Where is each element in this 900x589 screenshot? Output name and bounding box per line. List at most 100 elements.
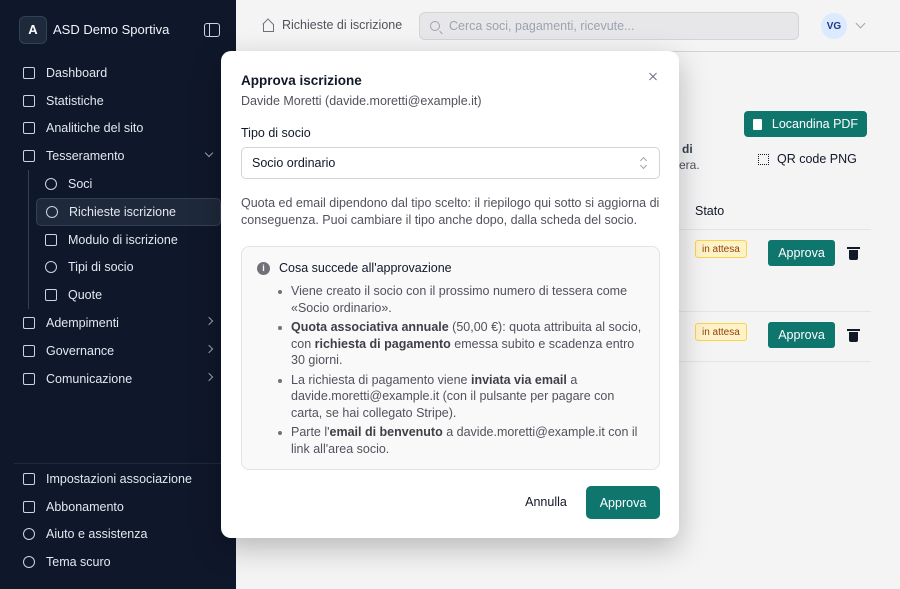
qr-code-label: QR code PNG <box>777 152 857 166</box>
moon-icon <box>22 556 35 569</box>
brand-name: ASD Demo Sportiva <box>53 22 170 37</box>
building-icon <box>22 472 35 485</box>
home-icon <box>262 20 274 32</box>
info-list: Viene creato il socio con il prossimo nu… <box>277 283 647 460</box>
document-icon <box>752 118 762 130</box>
sidebar-item-label: Tipi di socio <box>68 260 134 275</box>
sidebar-item-analitiche[interactable]: Analitiche del sito <box>14 115 221 143</box>
sidebar-item-richieste-iscrizione[interactable]: Richieste iscrizione <box>36 197 221 226</box>
search-placeholder: Cerca soci, pagamenti, ricevute... <box>449 19 635 33</box>
sidebar-item-label: Tesseramento <box>46 149 125 164</box>
sidebar-item-dashboard[interactable]: Dashboard <box>14 59 221 87</box>
sidebar-item-quote[interactable]: Quote <box>36 281 221 309</box>
breadcrumb-label: Richieste di iscrizione <box>282 18 403 32</box>
sidebar-item-label: Analitiche del sito <box>46 121 144 136</box>
approve-button[interactable]: Approva <box>586 486 660 519</box>
qr-code-button[interactable]: QR code PNG <box>758 149 857 169</box>
sidebar-item-label: Modulo di iscrizione <box>68 232 178 247</box>
sidebar-toggle-icon[interactable] <box>204 22 220 37</box>
status-badge: in attesa <box>695 323 747 341</box>
breadcrumb: Richieste di iscrizione <box>262 18 402 32</box>
sidebar-item-label: Comunicazione <box>46 371 133 386</box>
user-avatar[interactable]: VG <box>821 13 847 39</box>
sidebar-item-label: Impostazioni associazione <box>46 471 192 486</box>
brand-avatar: A <box>19 15 47 44</box>
search-icon <box>430 21 440 31</box>
sidebar-item-comunicazione[interactable]: Comunicazione <box>14 365 221 393</box>
sidebar-item-governance[interactable]: Governance <box>14 337 221 365</box>
sidebar-item-label: Abbonamento <box>46 499 124 514</box>
sidebar: A ASD Demo Sportiva Dashboard Statistich… <box>0 0 236 589</box>
locandina-pdf-button[interactable]: Locandina PDF <box>744 111 867 137</box>
sidebar-item-label: Governance <box>46 343 115 358</box>
list-item: Parte l'email di benvenuto a davide.more… <box>277 424 647 457</box>
user-tag-icon <box>44 261 57 274</box>
chevron-right-icon <box>204 316 214 326</box>
sidebar-item-label: Adempimenti <box>46 316 119 331</box>
sidebar-item-label: Aiuto e assistenza <box>46 527 148 542</box>
sidebar-item-label: Dashboard <box>46 65 108 80</box>
chevron-down-icon <box>204 149 214 158</box>
sidebar-item-tipi-di-socio[interactable]: Tipi di socio <box>36 254 221 282</box>
status-badge: in attesa <box>695 240 747 258</box>
row-approve-button[interactable]: Approva <box>768 240 835 266</box>
chevron-up-down-icon <box>640 157 648 169</box>
sidebar-item-statistiche[interactable]: Statistiche <box>14 87 221 115</box>
trash-icon[interactable] <box>847 329 860 342</box>
topbar: Richieste di iscrizione Cerca soci, paga… <box>236 0 900 52</box>
sidebar-item-soci[interactable]: Soci <box>36 170 221 198</box>
sidebar-item-tema-scuro[interactable]: Tema scuro <box>14 548 221 576</box>
users-icon <box>44 178 57 191</box>
list-item: Viene creato il socio con il prossimo nu… <box>277 283 647 316</box>
info-text: Parte l' <box>291 425 330 439</box>
user-plus-icon <box>45 205 58 218</box>
scales-icon <box>22 344 35 357</box>
sidebar-item-label: Tema scuro <box>46 555 111 570</box>
locandina-pdf-label: Locandina PDF <box>771 117 859 131</box>
search-input[interactable]: Cerca soci, pagamenti, ricevute... <box>419 12 799 40</box>
home-icon <box>22 66 35 79</box>
table-divider <box>679 311 871 312</box>
info-icon: i <box>257 261 270 275</box>
sidebar-item-impostazioni[interactable]: Impostazioni associazione <box>14 465 221 493</box>
help-text: Quota ed email dipendono dal tipo scelto… <box>241 196 660 227</box>
sidebar-submenu-tesseramento: Soci Richieste iscrizione Modulo di iscr… <box>28 170 221 310</box>
tipo-socio-label: Tipo di socio <box>241 126 311 140</box>
form-icon <box>44 233 57 246</box>
info-text: Viene creato il socio con il prossimo nu… <box>291 284 628 315</box>
table-divider <box>679 229 871 230</box>
sidebar-item-tesseramento[interactable]: Tesseramento <box>14 142 221 170</box>
info-heading: i Cosa succede all'approvazione <box>257 261 452 275</box>
trash-icon[interactable] <box>847 247 860 260</box>
sidebar-item-modulo-iscrizione[interactable]: Modulo di iscrizione <box>36 226 221 254</box>
sidebar-item-aiuto[interactable]: Aiuto e assistenza <box>14 521 221 549</box>
sidebar-item-label: Soci <box>68 177 93 192</box>
info-text: La richiesta di pagamento viene <box>291 372 471 387</box>
column-header-stato: Stato <box>695 204 725 218</box>
tipo-socio-select[interactable]: Socio ordinario <box>241 147 660 179</box>
partial-text: era. <box>679 158 700 172</box>
document-icon <box>22 317 35 330</box>
dialog-title: Approva iscrizione <box>241 73 362 88</box>
dialog-subtitle: Davide Moretti (davide.moretti@example.i… <box>241 94 482 108</box>
info-text-bold: Quota associativa annuale <box>291 320 449 334</box>
sidebar-bottom-nav: Impostazioni associazione Abbonamento Ai… <box>14 463 221 576</box>
info-text-bold: email di benvenuto <box>329 425 443 439</box>
sidebar-item-adempimenti[interactable]: Adempimenti <box>14 309 221 337</box>
approve-dialog: Approva iscrizione Davide Moretti (david… <box>221 51 679 538</box>
qr-code-icon <box>758 153 769 165</box>
crown-icon <box>22 500 35 513</box>
chevron-right-icon <box>204 372 214 382</box>
partial-text: di <box>682 142 693 156</box>
id-card-icon <box>22 150 35 163</box>
chevron-down-icon[interactable] <box>855 18 866 29</box>
sidebar-item-abbonamento[interactable]: Abbonamento <box>14 493 221 521</box>
lifebuoy-icon <box>22 528 35 541</box>
table-divider <box>679 361 871 362</box>
cancel-button[interactable]: Annulla <box>511 492 581 512</box>
row-approve-button[interactable]: Approva <box>768 322 835 348</box>
close-icon[interactable] <box>646 70 660 84</box>
tag-icon <box>44 289 57 302</box>
brand[interactable]: A ASD Demo Sportiva <box>19 15 220 44</box>
megaphone-icon <box>22 372 35 385</box>
